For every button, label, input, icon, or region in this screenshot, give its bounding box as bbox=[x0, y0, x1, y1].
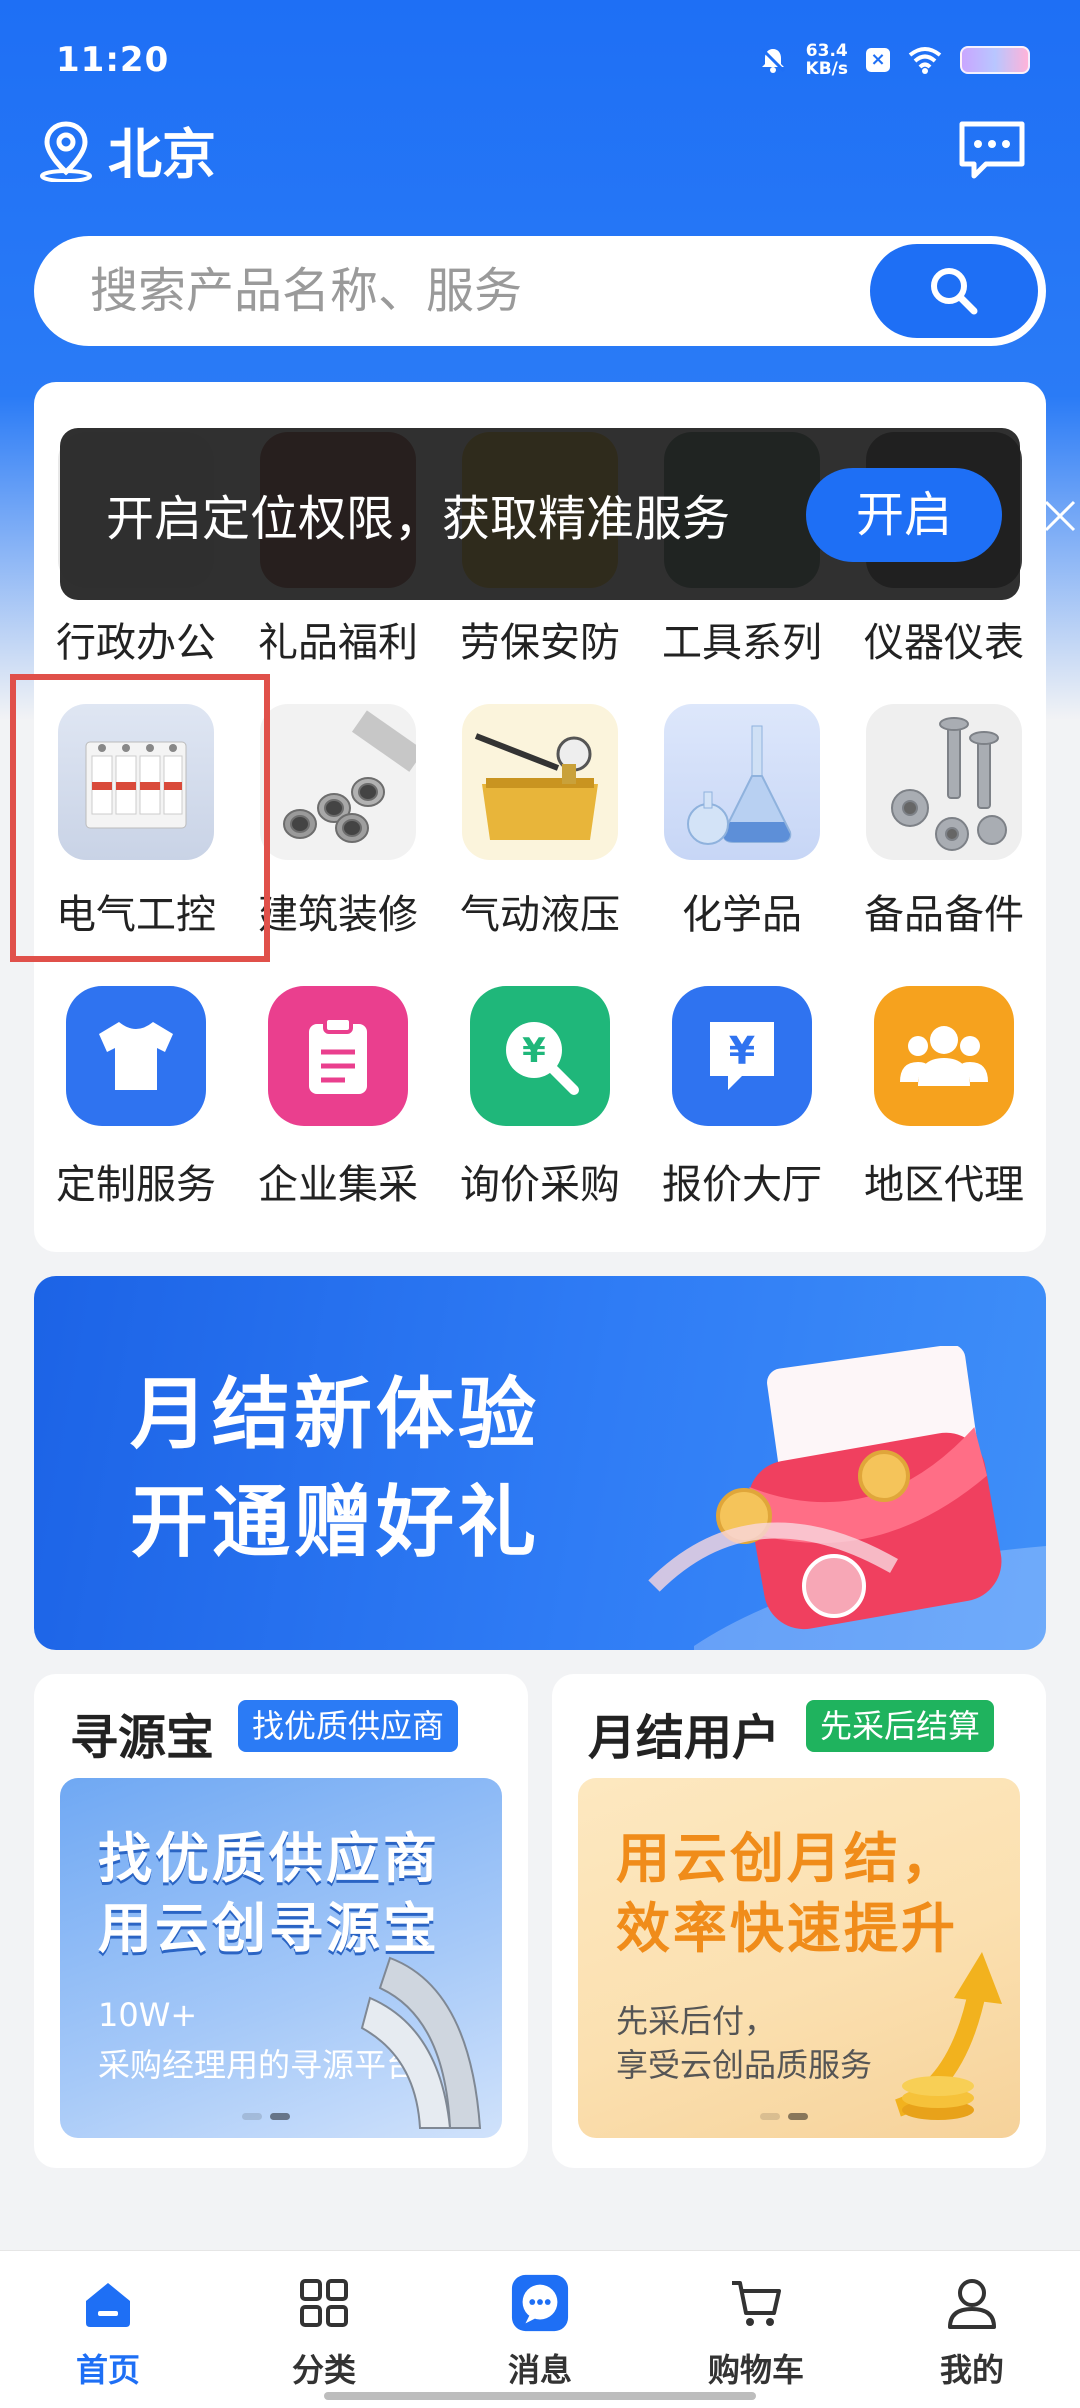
network-speed-value: 63.4 bbox=[805, 41, 848, 61]
pump-product-image bbox=[462, 704, 618, 860]
battery-icon bbox=[960, 46, 1030, 74]
sourcing-sub-1: 10W+ bbox=[98, 1996, 198, 2034]
category-label: 化学品 bbox=[682, 892, 802, 938]
network-speed: 63.4 KB/s bbox=[806, 42, 848, 78]
wifi-icon bbox=[908, 47, 942, 74]
service-label: 地区代理 bbox=[864, 1162, 1024, 1208]
nav-label: 购物车 bbox=[707, 2351, 804, 2389]
sourcing-image: 找优质供应商 用云创寻源宝 10W+ 采购经理用的寻源平台 bbox=[60, 1778, 502, 2138]
category-label: 礼品福利 bbox=[258, 620, 418, 666]
svg-text:¥: ¥ bbox=[522, 1031, 546, 1071]
red-envelope-illustration bbox=[648, 1346, 1046, 1650]
rising-arrow-illustration bbox=[894, 1952, 1002, 2120]
cart-icon bbox=[726, 2273, 786, 2333]
monthly-sub-2: 享受云创品质服务 bbox=[616, 2046, 873, 2084]
service-group-purchase[interactable]: 企业集采 bbox=[238, 986, 438, 1210]
monthly-sub-1: 先采后付， bbox=[616, 2002, 777, 2040]
category-label: 工具系列 bbox=[662, 620, 822, 666]
status-icons: 63.4 KB/s × bbox=[758, 42, 1030, 78]
carousel-dots bbox=[242, 2113, 290, 2120]
nav-category[interactable]: 分类 bbox=[216, 2251, 432, 2408]
search-bar bbox=[34, 236, 1046, 346]
category-spare-parts[interactable]: 备品备件 bbox=[844, 704, 1044, 940]
nav-cart[interactable]: 购物车 bbox=[648, 2251, 864, 2408]
monthly-headline-1: 用云创月结， bbox=[616, 1827, 958, 1890]
bottom-nav: 首页 分类 消息 购物车 我的 bbox=[0, 2250, 1080, 2408]
x-notification-icon: × bbox=[866, 48, 890, 72]
service-agent[interactable]: 地区代理 bbox=[844, 986, 1044, 1210]
category-chemical[interactable]: 化学品 bbox=[642, 704, 842, 940]
category-label: 仪器仪表 bbox=[864, 620, 1024, 666]
search-button[interactable] bbox=[870, 244, 1038, 338]
toast-message: 开启定位权限，获取精准服务 bbox=[106, 491, 731, 547]
highlight-box bbox=[10, 674, 270, 962]
sourcing-tag: 找优质供应商 bbox=[238, 1700, 459, 1752]
location-pin-icon bbox=[40, 120, 92, 182]
nav-label: 我的 bbox=[939, 2351, 1004, 2389]
category-label: 劳保安防 bbox=[460, 620, 620, 666]
monthly-image: 用云创月结， 效率快速提升 先采后付， 享受云创品质服务 bbox=[578, 1778, 1020, 2138]
category-label: 气动液压 bbox=[460, 892, 620, 938]
service-label: 报价大厅 bbox=[662, 1162, 822, 1208]
status-bar: 11:20 63.4 KB/s × bbox=[0, 0, 1080, 120]
sourcing-title: 寻源宝 bbox=[70, 1710, 215, 1766]
user-icon bbox=[942, 2273, 1002, 2333]
service-inquiry[interactable]: ¥ 询价采购 bbox=[440, 986, 640, 1210]
network-speed-unit: KB/s bbox=[805, 59, 848, 79]
screws-product-image bbox=[866, 704, 1022, 860]
home-indicator[interactable] bbox=[324, 2392, 756, 2400]
mute-bell-icon bbox=[760, 47, 785, 73]
message-icon bbox=[510, 2273, 570, 2333]
close-icon[interactable] bbox=[1040, 496, 1080, 536]
search-input[interactable] bbox=[90, 236, 850, 346]
location-selector[interactable]: 北京 bbox=[36, 110, 216, 189]
chat-message-icon[interactable] bbox=[956, 118, 1028, 182]
banner-line-2: 开通赠好礼 bbox=[130, 1478, 541, 1568]
clipboard-icon bbox=[268, 986, 408, 1126]
category-label: 备品备件 bbox=[864, 892, 1024, 938]
monthly-card[interactable]: 月结用户 先采后结算 用云创月结， 效率快速提升 先采后付， 享受云创品质服务 bbox=[552, 1674, 1046, 2168]
banner-line-1: 月结新体验 bbox=[130, 1370, 541, 1460]
sourcing-card[interactable]: 寻源宝 找优质供应商 找优质供应商 用云创寻源宝 10W+ 采购经理用的寻源平台 bbox=[34, 1674, 528, 2168]
home-icon bbox=[78, 2273, 138, 2333]
nav-home[interactable]: 首页 bbox=[0, 2251, 216, 2408]
nav-label: 消息 bbox=[507, 2351, 572, 2389]
service-quote-hall[interactable]: ¥ 报价大厅 bbox=[642, 986, 842, 1210]
category-label: 行政办公 bbox=[56, 620, 216, 666]
yen-search-icon: ¥ bbox=[470, 986, 610, 1126]
service-custom[interactable]: 定制服务 bbox=[36, 986, 236, 1210]
service-label: 定制服务 bbox=[56, 1162, 216, 1208]
service-label: 询价采购 bbox=[460, 1162, 620, 1208]
monthly-tag: 先采后结算 bbox=[806, 1700, 995, 1752]
nav-messages[interactable]: 消息 bbox=[432, 2251, 648, 2408]
yen-chat-icon: ¥ bbox=[672, 986, 812, 1126]
category-pneumatic[interactable]: 气动液压 bbox=[440, 704, 640, 940]
shirt-icon bbox=[66, 986, 206, 1126]
grid-icon bbox=[294, 2273, 354, 2333]
people-icon bbox=[874, 986, 1014, 1126]
nav-label: 首页 bbox=[75, 2351, 140, 2389]
sourcing-headline-1: 找优质供应商 bbox=[98, 1827, 440, 1890]
service-label: 企业集采 bbox=[258, 1162, 418, 1208]
enable-location-button[interactable]: 开启 bbox=[806, 468, 1002, 562]
monthly-title: 月结用户 bbox=[588, 1710, 781, 1766]
search-icon bbox=[931, 268, 978, 315]
status-time: 11:20 bbox=[56, 40, 170, 80]
promo-banner[interactable]: 月结新体验 开通赠好礼 bbox=[34, 1276, 1046, 1650]
flask-product-image bbox=[664, 704, 820, 860]
pipes-product-image bbox=[260, 704, 416, 860]
carousel-dots bbox=[760, 2113, 808, 2120]
steel-profile-illustration bbox=[360, 1956, 482, 2129]
city-label: 北京 bbox=[108, 123, 216, 186]
location-permission-toast: 开启定位权限，获取精准服务 开启 bbox=[60, 428, 1020, 600]
nav-label: 分类 bbox=[291, 2351, 356, 2389]
nav-profile[interactable]: 我的 bbox=[864, 2251, 1080, 2408]
svg-text:¥: ¥ bbox=[729, 1029, 755, 1073]
